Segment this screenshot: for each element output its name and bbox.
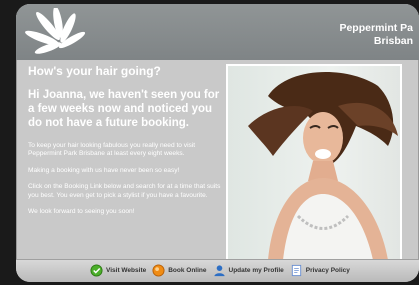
flower-logo-icon: [25, 8, 86, 54]
lead-text: Hi Joanna, we haven't seen you for a few…: [28, 89, 220, 129]
book-online-link[interactable]: Book Online: [152, 264, 207, 277]
paragraph-4: We look forward to seeing you soon!: [28, 208, 135, 216]
message-body: How's your hair going? Hi Joanna, we hav…: [28, 64, 228, 224]
footer-bar: Visit Website Book Online Update my Prof…: [16, 259, 419, 282]
email-frame: Peppermint Pa Brisban How's your hair go…: [16, 4, 419, 282]
visit-website-link[interactable]: Visit Website: [90, 264, 146, 277]
globe-icon: [90, 264, 103, 277]
visit-website-label: Visit Website: [106, 267, 147, 274]
paragraph-3: Click on the Booking Link below and sear…: [28, 183, 221, 199]
book-online-icon: [152, 264, 165, 277]
paragraph-2: Making a booking with us have never been…: [28, 166, 180, 174]
brand-line-1: Peppermint Pa: [339, 22, 413, 34]
paragraph-1: To keep your hair looking fabulous you r…: [28, 142, 196, 158]
book-online-label: Book Online: [168, 267, 207, 274]
brand-name: Peppermint Pa Brisban: [339, 22, 413, 48]
update-profile-link[interactable]: Update my Profile: [213, 264, 284, 277]
user-icon: [213, 265, 225, 277]
brand-line-2: Brisban: [373, 35, 413, 47]
model-photo: [226, 64, 402, 262]
privacy-policy-link[interactable]: Privacy Policy: [290, 264, 350, 277]
greeting-heading: How's your hair going?: [28, 64, 161, 78]
header-bar: Peppermint Pa Brisban: [16, 4, 419, 60]
model-photo-illustration: [248, 72, 398, 260]
privacy-policy-label: Privacy Policy: [305, 267, 350, 274]
footer-links: Visit Website Book Online Update my Prof…: [90, 264, 350, 277]
document-icon: [291, 264, 301, 277]
update-profile-label: Update my Profile: [228, 267, 284, 274]
